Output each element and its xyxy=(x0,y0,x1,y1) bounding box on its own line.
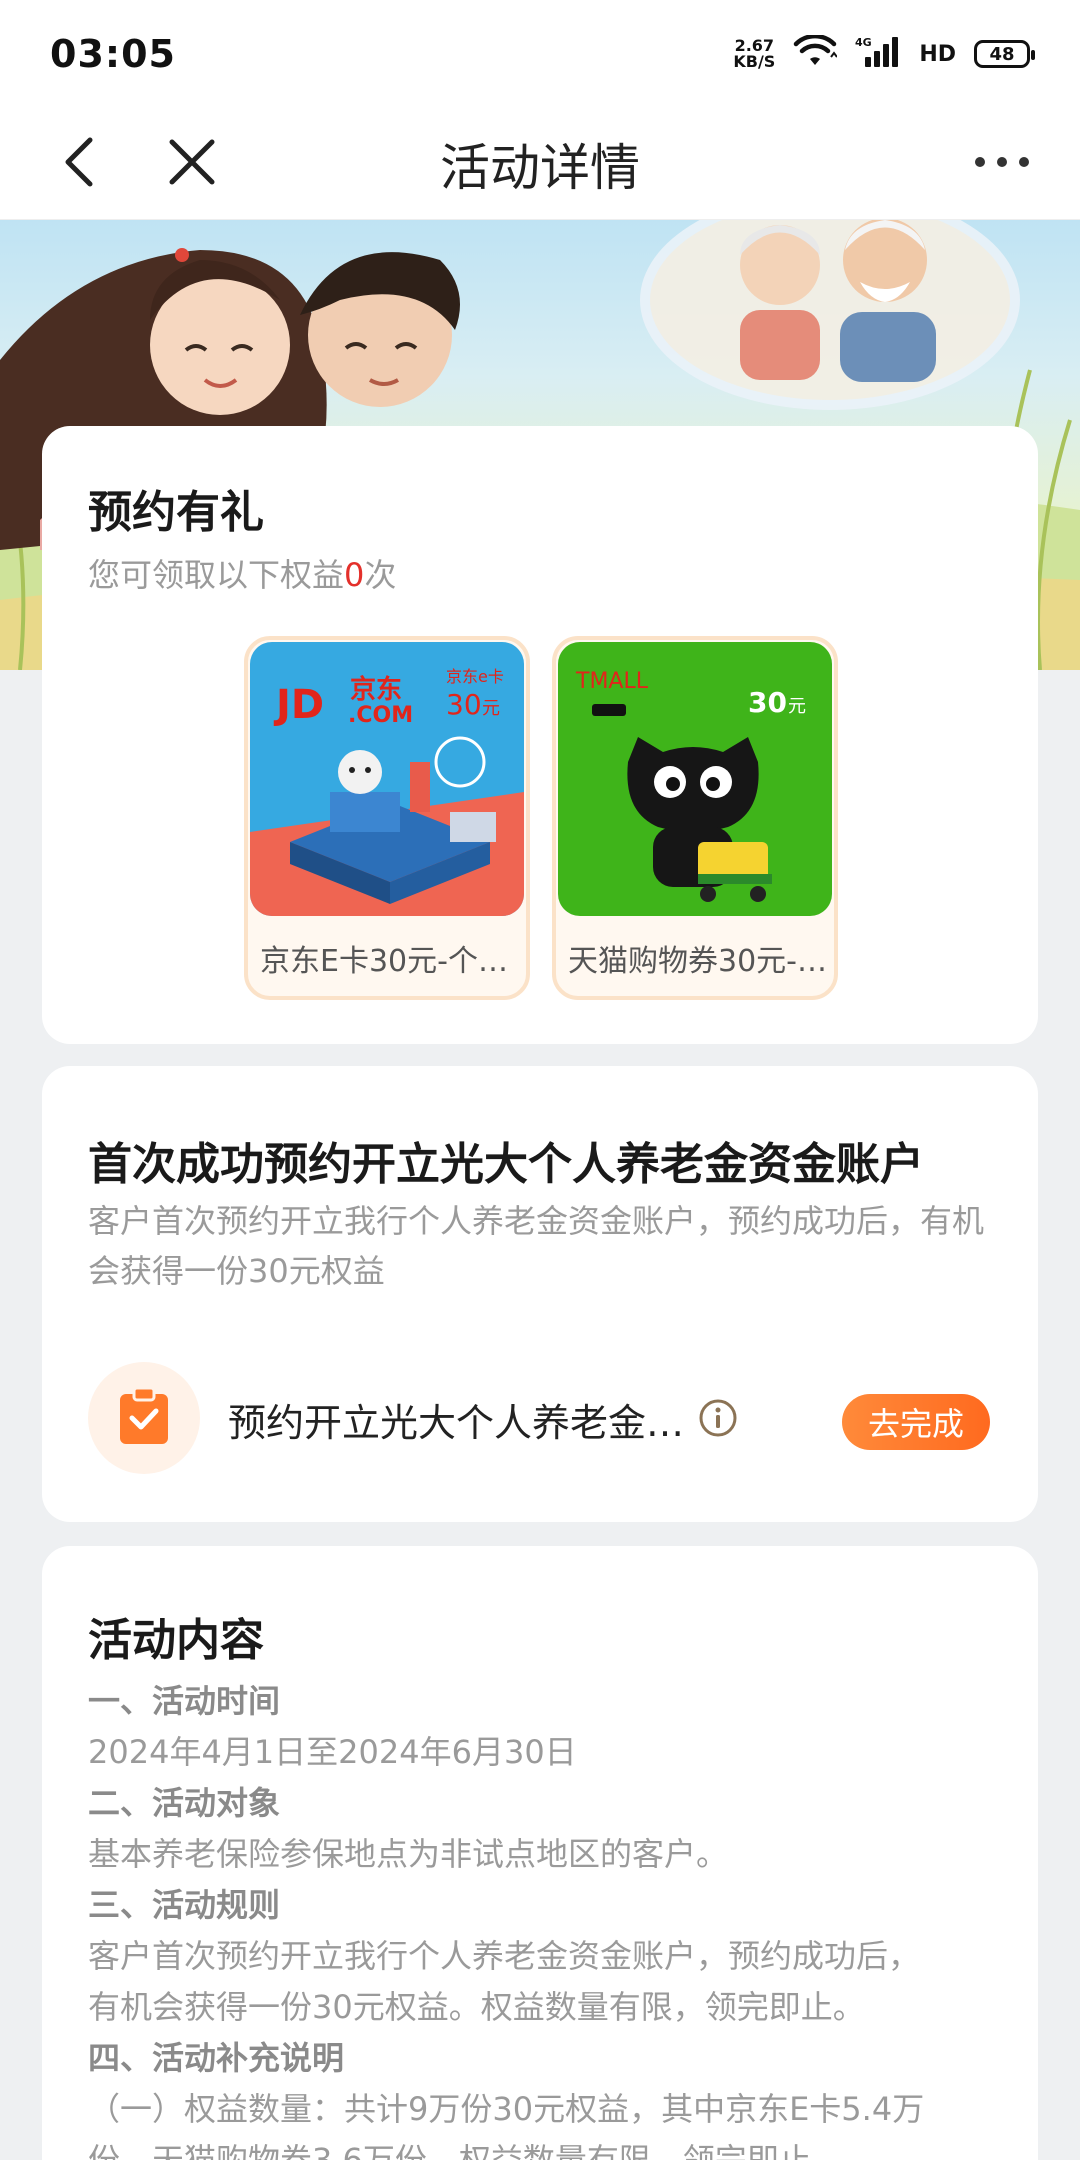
jd-ecard-image: JD 京东 .COM 京东e卡 30 元 xyxy=(250,642,524,916)
tmall-brand: TMALL xyxy=(575,669,649,694)
jd-card-label: 京东e卡 xyxy=(446,667,504,686)
content-text-line: （一）权益数量：共计9万份30元权益，其中京东E卡5.4万 xyxy=(88,2090,925,2128)
network-speed-unit: KB/S xyxy=(733,52,776,71)
reward-name: 京东E卡30元-个人养老金 xyxy=(260,944,520,979)
hd-badge: HD xyxy=(919,41,956,67)
gift-remaining-count: 0 xyxy=(344,556,365,594)
content-section-heading: 三、活动规则 xyxy=(88,1886,281,1924)
tmall-voucher-image: TMALL 30 元 xyxy=(558,642,832,916)
task-card: 首次成功预约开立光大个人养老金资金账户 客户首次预约开立我行个人养老金资金账户，… xyxy=(42,1066,1038,1522)
reward-item-tmall[interactable]: TMALL 30 元 天猫购物券30元-个人养老金 xyxy=(552,636,838,1000)
clipboard-check-icon xyxy=(118,1386,170,1450)
more-icon[interactable] xyxy=(972,142,1032,182)
content-section-heading: 二、活动对象 xyxy=(88,1784,281,1822)
status-bar: 03:05 2.67 KB/S 4G HD 48 xyxy=(0,0,1080,108)
gift-card-subtitle: 您可领取以下权益0次 xyxy=(88,550,396,596)
signal-icon: 4G xyxy=(855,35,901,73)
jd-brand: 京东 xyxy=(350,674,402,705)
reward-item-jd[interactable]: JD 京东 .COM 京东e卡 30 元 京东E卡30元-个人养老金 xyxy=(244,636,530,1000)
content-text-line: 有机会获得一份30元权益。权益数量有限，领完即止。 xyxy=(88,1988,865,2026)
battery-icon: 48 xyxy=(974,40,1035,68)
content-text-line: 基本养老保险参保地点为非试点地区的客户。 xyxy=(88,1835,729,1873)
task-card-title: 首次成功预约开立光大个人养老金资金账户 xyxy=(88,1139,924,1190)
activity-content-title: 活动内容 xyxy=(88,1615,264,1666)
info-icon[interactable] xyxy=(698,1398,738,1438)
task-card-description: 客户首次预约开立我行个人养老金资金账户，预约成功后，有机会获得一份30元权益 xyxy=(88,1202,985,1290)
status-icons: 2.67 KB/S 4G HD 48 xyxy=(733,33,1035,73)
activity-content-body: 一、活动时间 2024年4月1日至2024年6月30日 二、活动对象基本养老保险参保… xyxy=(88,1676,1008,2160)
content-section-heading: 四、活动补充说明 xyxy=(88,2039,345,2077)
nav-bar: 活动详情 xyxy=(0,108,1080,220)
activity-content-card: 活动内容 一、活动时间 2024年4月1日至2024年6月30日 二、活动对象基本养… xyxy=(42,1546,1038,2160)
task-label: 预约开立光大个人养老金资金账户 xyxy=(228,1401,688,1445)
content-section-heading: 一、活动时间 xyxy=(88,1682,281,1720)
network-speed: 2.67 KB/S xyxy=(733,38,775,70)
tmall-amount: 30 xyxy=(748,686,787,719)
gift-subtitle-text: 您可领取以下权益 xyxy=(88,556,345,594)
jd-amount: 30 xyxy=(446,688,482,721)
content-text-line: 客户首次预约开立我行个人养老金资金账户，预约成功后， xyxy=(88,1937,921,1975)
jd-amount-unit: 元 xyxy=(482,698,500,719)
gift-card-title: 预约有礼 xyxy=(88,487,264,538)
gift-subtitle-suffix: 次 xyxy=(364,556,397,594)
jd-logo-text: JD xyxy=(273,682,324,728)
reward-name: 天猫购物券30元-个人养老金 xyxy=(568,944,828,979)
battery-level: 48 xyxy=(989,43,1015,65)
gift-card: 预约有礼 您可领取以下权益0次 JD 京东 .COM 京东e卡 30 元 京东E… xyxy=(42,426,1038,1044)
wifi-icon xyxy=(793,33,839,73)
status-time: 03:05 xyxy=(50,32,176,76)
content-text-line: 2024年4月1日至2024年6月30日 xyxy=(88,1733,577,1771)
task-icon-wrapper xyxy=(88,1362,200,1474)
page-title: 活动详情 xyxy=(440,139,640,197)
tmall-amount-unit: 元 xyxy=(788,696,806,717)
network-type: 4G xyxy=(855,36,872,49)
content-text-line: 份，天猫购物券3.6万份，权益数量有限，领完即止。 xyxy=(88,2141,843,2160)
jd-logo-suffix: .COM xyxy=(348,703,413,728)
complete-task-button[interactable]: 去完成 xyxy=(842,1394,990,1450)
